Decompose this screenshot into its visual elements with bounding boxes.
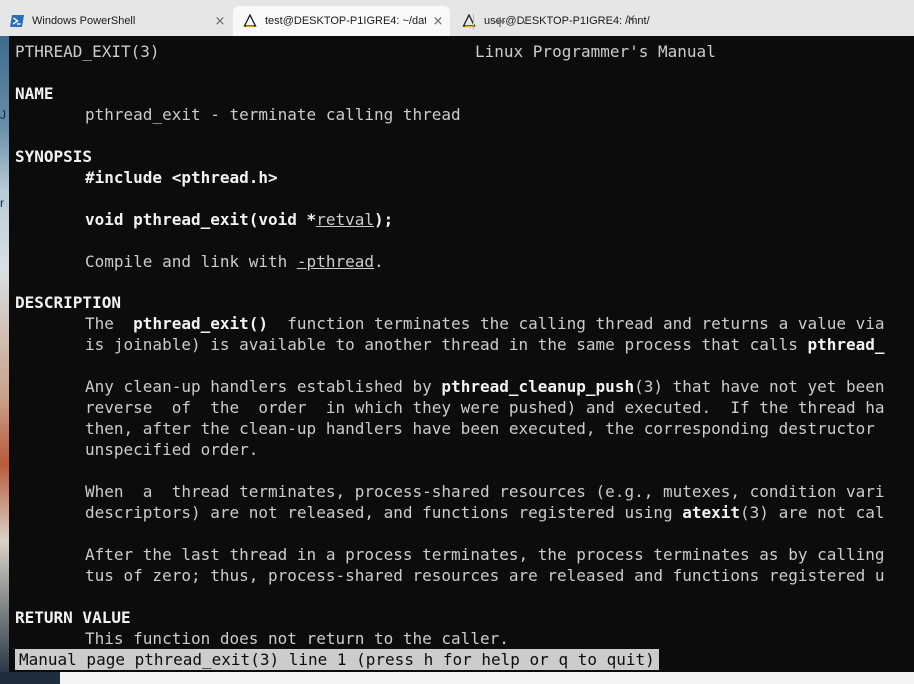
description-text: Any clean-up handlers established by (85, 377, 442, 396)
section-heading-description: DESCRIPTION (15, 293, 121, 312)
description-line: After the last thread in a process termi… (85, 545, 885, 564)
description-line: When a thread terminates, process-shared… (85, 482, 885, 501)
name-text: pthread_exit - terminate calling thread (85, 105, 461, 124)
description-line: then, after the clean-up handlers have b… (85, 419, 875, 438)
taskbar-edge (0, 672, 914, 684)
description-text: function terminates the calling thread a… (268, 314, 885, 333)
man-page-title: PTHREAD_EXIT(3) (15, 42, 160, 61)
link-flag: -pthread (296, 252, 374, 271)
manual-section-title: Linux Programmer's Manual (475, 42, 716, 61)
description-text: (3) are not cal (740, 503, 885, 522)
description-line: The pthread_exit() function terminates t… (85, 314, 885, 334)
terminal-pane[interactable]: PTHREAD_EXIT(3) Linux Programmer's Manual… (9, 36, 914, 672)
link-text: Compile and link with (85, 252, 297, 271)
function-name: pthread_exit() (133, 314, 269, 333)
description-text: is joinable) is available to another thr… (85, 335, 808, 354)
man-header: PTHREAD_EXIT(3) Linux Programmer's Manual (15, 42, 716, 62)
tab-divider (473, 14, 474, 30)
description-line: is joinable) is available to another thr… (85, 335, 885, 355)
return-value-text: This function does not return to the cal… (85, 629, 509, 648)
window-edge (60, 672, 914, 684)
desktop-fragment: r (0, 196, 4, 210)
window: J r Windows PowerShell × test@DESKTOP-P1… (0, 0, 914, 684)
description-line: reverse of the order in which they were … (85, 398, 885, 417)
tab-bar: Windows PowerShell × test@DESKTOP-P1IGRE… (0, 0, 914, 36)
description-text: (3) that have not yet been (634, 377, 885, 396)
link-text: . (373, 252, 384, 271)
function-name: pthread_cleanup_push (441, 377, 635, 396)
description-text: descriptors) are not released, and funct… (85, 503, 683, 522)
new-tab-button[interactable]: + (486, 8, 514, 34)
desktop-fragment: J (0, 108, 6, 122)
tab-windows-powershell[interactable]: Windows PowerShell × (0, 6, 232, 36)
synopsis-link: Compile and link with -pthread. (85, 252, 384, 272)
close-icon[interactable]: × (621, 12, 641, 27)
description-text: The (85, 314, 134, 333)
pager-status-line: Manual page pthread_exit(3) line 1 (pres… (15, 649, 659, 670)
tab-title: Windows PowerShell (32, 15, 136, 27)
tab-test-desktop[interactable]: test@DESKTOP-P1IGRE4: ~/data × (233, 6, 450, 36)
close-icon[interactable]: × (208, 14, 232, 29)
close-icon[interactable]: × (426, 14, 450, 29)
tab-dropdown-button[interactable]: ∨ (513, 8, 537, 34)
linux-penguin-icon (243, 14, 257, 28)
prototype-text: ); (373, 210, 394, 229)
function-name: pthread_ (807, 335, 885, 354)
section-heading-return-value: RETURN VALUE (15, 608, 131, 627)
description-line: unspecified order. (85, 440, 259, 459)
description-line: tus of zero; thus, process-shared resour… (85, 566, 885, 585)
tab-title: test@DESKTOP-P1IGRE4: ~/data (265, 15, 426, 27)
synopsis-prototype: void pthread_exit(void *retval); (85, 210, 393, 230)
section-heading-synopsis: SYNOPSIS (15, 147, 93, 166)
desktop-background: J r (0, 36, 9, 684)
description-line: Any clean-up handlers established by pth… (85, 377, 885, 397)
prototype-argument: retval (316, 210, 374, 229)
section-heading-name: NAME (15, 84, 54, 103)
description-line: descriptors) are not released, and funct… (85, 503, 885, 523)
prototype-text: void pthread_exit(void * (85, 210, 317, 229)
powershell-icon (10, 15, 24, 27)
synopsis-include: #include <pthread.h> (85, 168, 278, 187)
function-name: atexit (682, 503, 741, 522)
